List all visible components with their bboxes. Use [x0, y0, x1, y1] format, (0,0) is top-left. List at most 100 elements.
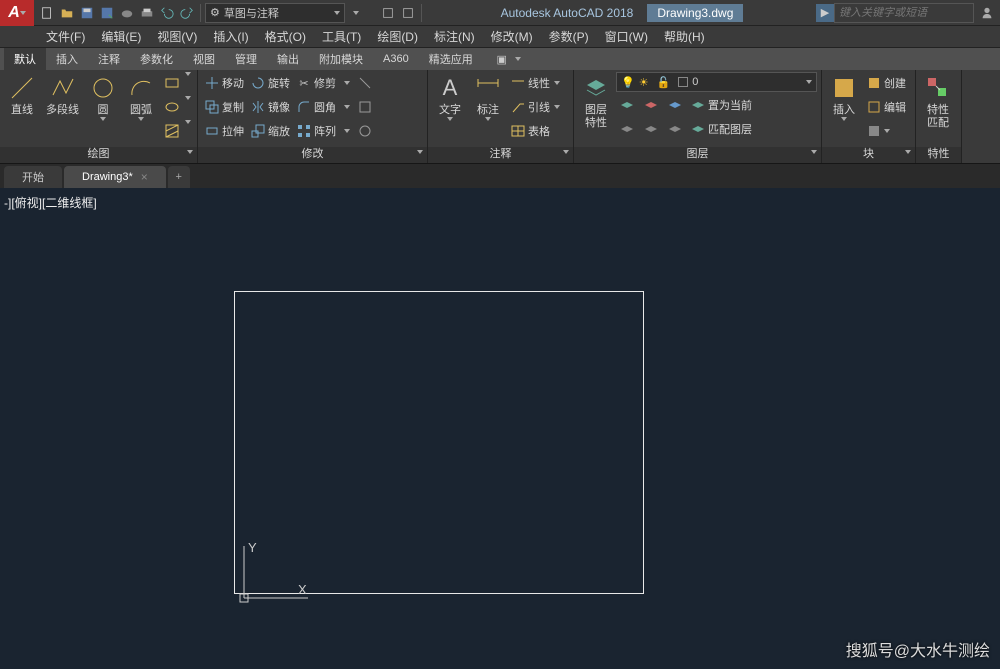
- rotate-button[interactable]: 旋转: [248, 72, 292, 94]
- layer-dropdown[interactable]: 💡 ☀ 🔓 0: [616, 72, 817, 92]
- app-menu-button[interactable]: A: [0, 0, 34, 26]
- view-label[interactable]: -][俯视][二维线框]: [4, 194, 97, 211]
- workspace-dropdown[interactable]: ⚙ 草图与注释: [205, 3, 345, 23]
- color-swatch: [678, 77, 688, 87]
- tab-output[interactable]: 输出: [267, 48, 309, 70]
- trim-button[interactable]: ✂修剪: [294, 72, 352, 94]
- signin-icon[interactable]: [978, 4, 996, 22]
- linear-button[interactable]: 线性: [508, 72, 562, 94]
- qat-dropdown-icon[interactable]: [347, 4, 365, 22]
- block-attr-button[interactable]: [864, 120, 908, 142]
- tab-parametric[interactable]: 参数化: [130, 48, 183, 70]
- table-button[interactable]: 表格: [508, 120, 562, 142]
- file-tabs: 开始 Drawing3*× +: [0, 164, 1000, 188]
- tab-annotate[interactable]: 注释: [88, 48, 130, 70]
- leader-button[interactable]: 引线: [508, 96, 562, 118]
- file-tab-drawing[interactable]: Drawing3*×: [64, 166, 166, 188]
- menu-file[interactable]: 文件(F): [38, 26, 93, 48]
- chevron-down-icon: [334, 11, 340, 15]
- svg-text:X: X: [298, 582, 307, 597]
- add-tab-button[interactable]: +: [168, 166, 190, 188]
- file-tab-start[interactable]: 开始: [4, 166, 62, 188]
- layer-btn3-icon[interactable]: [664, 94, 686, 116]
- tab-default[interactable]: 默认: [4, 48, 46, 70]
- menu-edit[interactable]: 编辑(E): [93, 26, 149, 48]
- dimension-button[interactable]: 标注: [470, 72, 506, 123]
- ribbon: 直线 多段线 圆 圆弧 绘图 移动 复制 拉伸 旋转 镜像 缩放: [0, 70, 1000, 164]
- tab-addins[interactable]: 附加模块: [309, 48, 373, 70]
- workspace-label: 草图与注释: [224, 5, 279, 21]
- menu-format[interactable]: 格式(O): [257, 26, 314, 48]
- redo-icon[interactable]: [178, 4, 196, 22]
- plot-icon[interactable]: [138, 4, 156, 22]
- sun-icon: ☀: [639, 76, 649, 89]
- tab-featured[interactable]: 精选应用: [419, 48, 483, 70]
- hatch-icon[interactable]: [161, 120, 183, 142]
- new-icon[interactable]: [38, 4, 56, 22]
- layer-btn6-icon[interactable]: [664, 118, 686, 140]
- undo-icon[interactable]: [158, 4, 176, 22]
- panel-modify-title: 修改: [302, 148, 324, 160]
- search-box: ▶: [816, 3, 974, 23]
- layer-btn2-icon[interactable]: [640, 94, 662, 116]
- search-input[interactable]: [834, 3, 974, 23]
- share2-icon[interactable]: [399, 4, 417, 22]
- polyline-button[interactable]: 多段线: [42, 72, 83, 119]
- modify-extra3-icon[interactable]: [354, 120, 376, 142]
- modify-extra1-icon[interactable]: [354, 72, 376, 94]
- menu-help[interactable]: 帮助(H): [656, 26, 713, 48]
- open-icon[interactable]: [58, 4, 76, 22]
- menu-modify[interactable]: 修改(M): [483, 26, 541, 48]
- tab-insert[interactable]: 插入: [46, 48, 88, 70]
- menu-tools[interactable]: 工具(T): [314, 26, 369, 48]
- rect-icon[interactable]: [161, 72, 183, 94]
- match-props-button[interactable]: 特性 匹配: [920, 72, 956, 132]
- current-layer-name: 0: [692, 76, 698, 88]
- tab-view[interactable]: 视图: [183, 48, 225, 70]
- arc-button[interactable]: 圆弧: [123, 72, 159, 123]
- tab-manage[interactable]: 管理: [225, 48, 267, 70]
- lock-icon: 🔓: [657, 76, 671, 89]
- block-create-button[interactable]: 创建: [864, 72, 908, 94]
- menu-parametric[interactable]: 参数(P): [541, 26, 597, 48]
- share-icon[interactable]: [379, 4, 397, 22]
- mirror-button[interactable]: 镜像: [248, 96, 292, 118]
- drawing-canvas[interactable]: -][俯视][二维线框] Y X 搜狐号@大水牛测绘: [0, 188, 1000, 669]
- search-play-icon[interactable]: ▶: [816, 4, 834, 22]
- saveas-icon[interactable]: [98, 4, 116, 22]
- array-button[interactable]: 阵列: [294, 120, 352, 142]
- fillet-button[interactable]: 圆角: [294, 96, 352, 118]
- layer-btn4-icon[interactable]: [616, 118, 638, 140]
- modify-extra2-icon[interactable]: [354, 96, 376, 118]
- panel-modify: 移动 复制 拉伸 旋转 镜像 缩放 ✂修剪 圆角 阵列 修改: [198, 70, 428, 163]
- layer-props-button[interactable]: 图层 特性: [578, 72, 614, 132]
- move-button[interactable]: 移动: [202, 72, 246, 94]
- save-icon[interactable]: [78, 4, 96, 22]
- layer-btn5-icon[interactable]: [640, 118, 662, 140]
- tab-a360[interactable]: A360: [373, 48, 419, 70]
- title-bar: A ⚙ 草图与注释 Autodesk AutoCAD 2018 Drawing3…: [0, 0, 1000, 26]
- stretch-button[interactable]: 拉伸: [202, 120, 246, 142]
- ucs-icon: Y X: [236, 538, 316, 608]
- cloud-icon[interactable]: [118, 4, 136, 22]
- menu-insert[interactable]: 插入(I): [205, 26, 256, 48]
- menu-dimension[interactable]: 标注(N): [426, 26, 483, 48]
- match-layer-button[interactable]: 匹配图层: [688, 118, 817, 140]
- svg-text:Y: Y: [248, 540, 257, 555]
- scale-button[interactable]: 缩放: [248, 120, 292, 142]
- panel-block: 插入 创建 编辑 块: [822, 70, 916, 163]
- ellipse-icon[interactable]: [161, 96, 183, 118]
- menu-view[interactable]: 视图(V): [149, 26, 205, 48]
- block-edit-button[interactable]: 编辑: [864, 96, 908, 118]
- block-insert-button[interactable]: 插入: [826, 72, 862, 123]
- tab-extra-icon[interactable]: ▣: [491, 48, 513, 70]
- close-icon[interactable]: ×: [141, 170, 148, 184]
- circle-button[interactable]: 圆: [85, 72, 121, 123]
- set-current-button[interactable]: 置为当前: [688, 94, 817, 116]
- menu-window[interactable]: 窗口(W): [597, 26, 656, 48]
- menu-draw[interactable]: 绘图(D): [369, 26, 426, 48]
- text-button[interactable]: A文字: [432, 72, 468, 123]
- layer-btn1-icon[interactable]: [616, 94, 638, 116]
- copy-button[interactable]: 复制: [202, 96, 246, 118]
- line-button[interactable]: 直线: [4, 72, 40, 119]
